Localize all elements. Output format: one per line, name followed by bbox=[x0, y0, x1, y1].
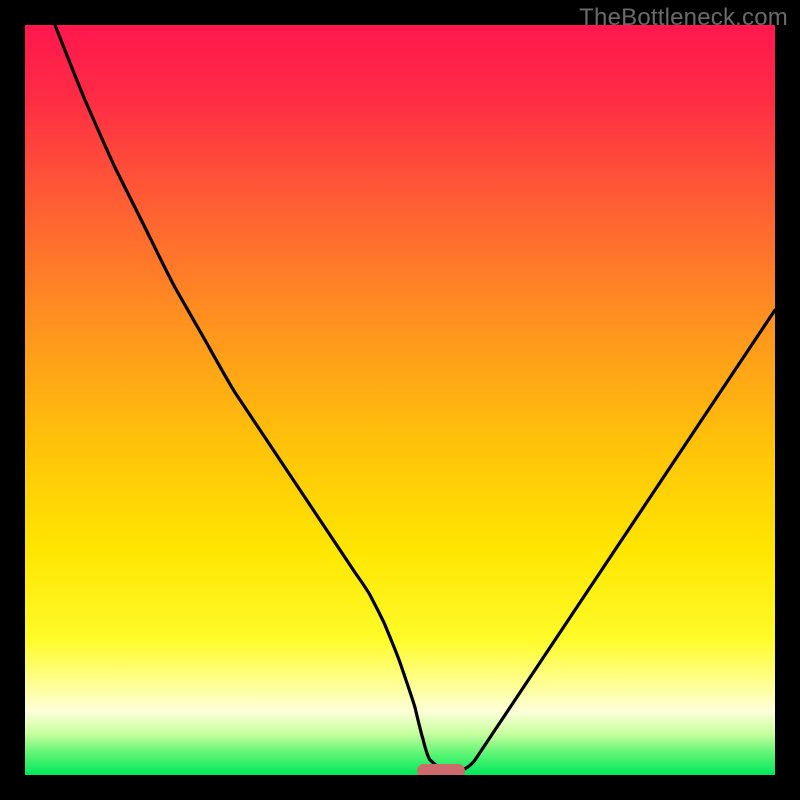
bottleneck-curve bbox=[25, 25, 775, 775]
watermark-text: TheBottleneck.com bbox=[579, 4, 788, 32]
chart-frame: TheBottleneck.com bbox=[0, 0, 800, 800]
plot-area bbox=[25, 25, 775, 775]
optimum-marker bbox=[417, 764, 465, 775]
